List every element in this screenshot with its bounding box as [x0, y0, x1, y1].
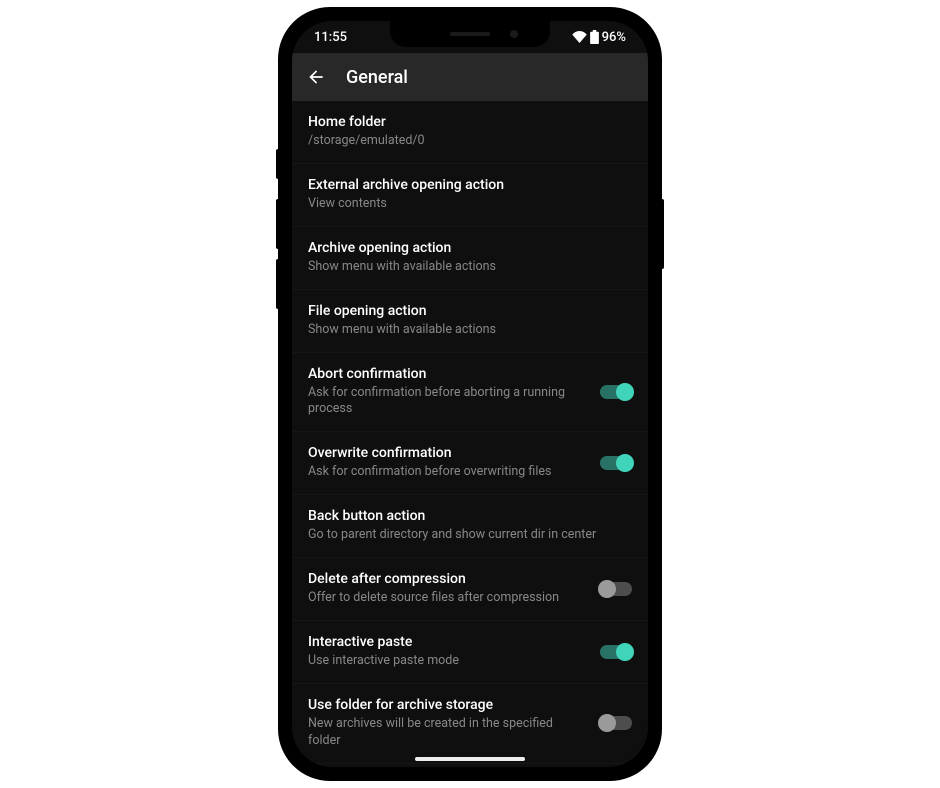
toggle-knob	[616, 643, 634, 661]
setting-text: Back button action Go to parent directory…	[308, 508, 632, 544]
toggle-switch[interactable]	[600, 582, 632, 596]
toggle-switch[interactable]	[600, 645, 632, 659]
setting-subtitle: Ask for confirmation before overwriting …	[308, 464, 588, 481]
setting-row[interactable]: Abort confirmation Ask for confirmation b…	[292, 353, 648, 433]
setting-text: External archive opening action View cont…	[308, 177, 632, 213]
toggle-knob	[598, 580, 616, 598]
toggle-knob	[598, 714, 616, 732]
side-button	[276, 149, 280, 179]
setting-subtitle: Show menu with available actions	[308, 322, 632, 339]
power-button	[660, 199, 664, 269]
toggle-knob	[616, 383, 634, 401]
setting-row[interactable]: Use folder for archive storage New archiv…	[292, 684, 648, 764]
settings-list[interactable]: Home folder/storage/emulated/0 External a…	[292, 101, 648, 767]
setting-title: Archive opening action	[308, 240, 632, 256]
setting-row[interactable]: Home folder/storage/emulated/0	[292, 101, 648, 164]
nav-bar-home-indicator[interactable]	[415, 757, 525, 761]
toggle-switch[interactable]	[600, 716, 632, 730]
setting-text: Delete after compression Offer to delete …	[308, 571, 588, 607]
setting-row[interactable]: External archive opening action View cont…	[292, 164, 648, 227]
setting-title: Use folder for archive storage	[308, 697, 588, 713]
setting-subtitle: Show menu with available actions	[308, 259, 632, 276]
setting-subtitle: Ask for confirmation before aborting a r…	[308, 385, 588, 419]
toggle-switch[interactable]	[600, 456, 632, 470]
arrow-back-icon	[306, 67, 326, 87]
setting-title: Overwrite confirmation	[308, 445, 588, 461]
setting-subtitle: Go to parent directory and show current …	[308, 527, 632, 544]
setting-title: Interactive paste	[308, 634, 588, 650]
setting-title: File opening action	[308, 303, 632, 319]
page-title: General	[346, 67, 408, 88]
setting-text: Abort confirmation Ask for confirmation b…	[308, 366, 588, 419]
notch	[390, 21, 550, 47]
setting-text: Archive opening action Show menu with ava…	[308, 240, 632, 276]
setting-row[interactable]: Overwrite confirmation Ask for confirmati…	[292, 432, 648, 495]
setting-title: External archive opening action	[308, 177, 632, 193]
setting-title: Abort confirmation	[308, 366, 588, 382]
setting-subtitle: New archives will be created in the spec…	[308, 716, 588, 750]
toggle-switch[interactable]	[600, 385, 632, 399]
status-time: 11:55	[314, 30, 347, 45]
setting-row: Folder for archive storage/storage/emula…	[292, 764, 648, 768]
setting-row[interactable]: Back button action Go to parent directory…	[292, 495, 648, 558]
battery-icon	[590, 30, 599, 44]
back-button[interactable]	[306, 67, 326, 87]
speaker	[450, 32, 490, 36]
setting-subtitle: Offer to delete source files after compr…	[308, 590, 588, 607]
setting-text: Home folder/storage/emulated/0	[308, 114, 632, 150]
setting-title: Delete after compression	[308, 571, 588, 587]
front-camera	[510, 30, 518, 38]
setting-title: Back button action	[308, 508, 632, 524]
setting-text: Interactive paste Use interactive paste m…	[308, 634, 588, 670]
setting-subtitle: /storage/emulated/0	[308, 133, 632, 150]
status-battery-pct: 96%	[602, 30, 626, 45]
setting-row[interactable]: Archive opening action Show menu with ava…	[292, 227, 648, 290]
phone-frame: 11:55 96% General Home folder/storage/em…	[280, 9, 660, 779]
setting-subtitle: View contents	[308, 196, 632, 213]
setting-text: File opening action Show menu with availa…	[308, 303, 632, 339]
setting-text: Overwrite confirmation Ask for confirmati…	[308, 445, 588, 481]
toggle-knob	[616, 454, 634, 472]
setting-text: Use folder for archive storage New archiv…	[308, 697, 588, 750]
setting-subtitle: Use interactive paste mode	[308, 653, 588, 670]
status-right: 96%	[572, 30, 626, 45]
setting-row[interactable]: File opening action Show menu with availa…	[292, 290, 648, 353]
screen: 11:55 96% General Home folder/storage/em…	[292, 21, 648, 767]
setting-title: Home folder	[308, 114, 632, 130]
volume-down-button	[276, 259, 280, 309]
setting-row[interactable]: Interactive paste Use interactive paste m…	[292, 621, 648, 684]
wifi-icon	[572, 31, 587, 43]
setting-row[interactable]: Delete after compression Offer to delete …	[292, 558, 648, 621]
app-bar: General	[292, 53, 648, 101]
volume-up-button	[276, 199, 280, 249]
